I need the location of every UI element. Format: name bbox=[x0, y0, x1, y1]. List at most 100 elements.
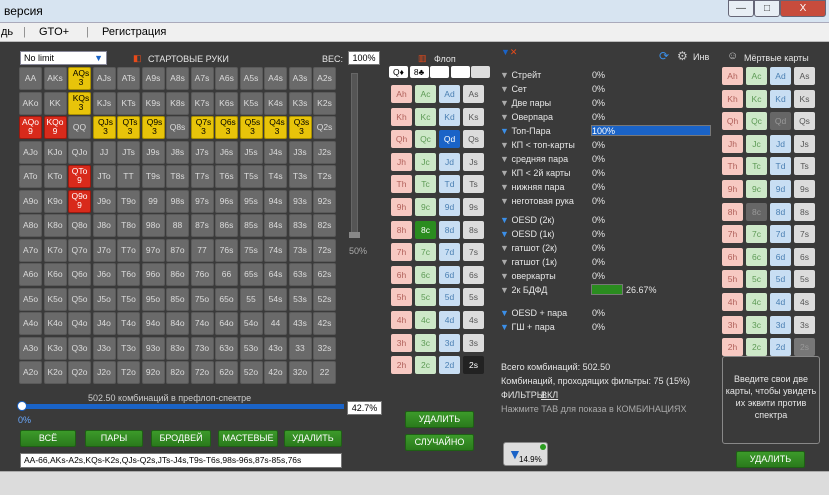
dead-card[interactable]: 8d bbox=[770, 202, 791, 221]
hand-cell[interactable]: QJs 3 bbox=[92, 116, 116, 139]
hand-cell[interactable]: 85s bbox=[239, 214, 263, 237]
hand-cell[interactable]: K7s bbox=[190, 91, 214, 115]
hand-cell[interactable]: K5o bbox=[43, 287, 67, 311]
hand-cell[interactable]: 44 bbox=[264, 312, 287, 335]
hand-cell[interactable]: 54o bbox=[239, 312, 263, 335]
dead-card[interactable]: 6d bbox=[770, 247, 791, 266]
range-slider-track[interactable] bbox=[20, 404, 344, 409]
flop-card[interactable]: Jc bbox=[415, 152, 436, 171]
flop-card[interactable]: 5s bbox=[463, 288, 484, 307]
hand-cell[interactable]: Q5o bbox=[68, 287, 91, 311]
dead-card[interactable]: 8s bbox=[794, 202, 815, 221]
hand-cell[interactable]: T6s bbox=[215, 165, 238, 188]
hand-cell[interactable]: J3o bbox=[92, 336, 116, 360]
flop-card[interactable]: 4h bbox=[391, 311, 412, 329]
dead-card[interactable]: 5c bbox=[746, 270, 767, 289]
hand-cell[interactable]: A6o bbox=[19, 263, 42, 286]
flop-card[interactable]: Ah bbox=[391, 85, 412, 103]
flop-card[interactable]: Ad bbox=[439, 85, 460, 103]
hand-cell[interactable]: JTo bbox=[92, 165, 116, 188]
hand-cell[interactable]: 96s bbox=[215, 189, 238, 213]
hand-cell[interactable]: 93o bbox=[141, 336, 165, 360]
filter-row[interactable]: ▼ гатшот (1к) 0% bbox=[500, 257, 605, 267]
dead-card[interactable]: As bbox=[794, 67, 815, 85]
flop-card[interactable]: 7h bbox=[391, 243, 412, 262]
dead-card[interactable]: Js bbox=[794, 134, 815, 153]
hand-cell[interactable]: T3o bbox=[117, 336, 140, 360]
hand-cell[interactable]: AKs bbox=[43, 67, 67, 90]
hand-cell[interactable]: J7s bbox=[190, 140, 214, 164]
hand-cell[interactable]: Q5s 3 bbox=[239, 116, 263, 139]
hand-cell[interactable]: 53o bbox=[239, 336, 263, 360]
flop-card[interactable]: Qd bbox=[439, 130, 460, 149]
flop-card[interactable]: 5c bbox=[415, 288, 436, 307]
filter-stat-widget[interactable]: ▼ 14.9% bbox=[503, 442, 548, 466]
hand-cell[interactable]: J2s bbox=[313, 140, 336, 164]
hand-cell[interactable]: K3s bbox=[288, 91, 312, 115]
hand-cell[interactable]: Q7s 3 bbox=[190, 116, 214, 139]
hand-cell[interactable]: J6o bbox=[92, 263, 116, 286]
hand-cell[interactable]: 54s bbox=[264, 287, 287, 311]
flop-card[interactable]: Jd bbox=[439, 152, 460, 171]
flop-card[interactable]: 2c bbox=[415, 356, 436, 375]
hand-cell[interactable]: KJo bbox=[43, 140, 67, 164]
dead-card[interactable]: Ks bbox=[794, 89, 815, 108]
dead-card[interactable]: Jc bbox=[746, 134, 767, 153]
hand-cell[interactable]: 82s bbox=[313, 214, 336, 237]
hand-cell[interactable]: K6o bbox=[43, 263, 67, 286]
filter-row[interactable]: ▼ Топ-Пара 100% bbox=[500, 125, 711, 136]
hand-cell[interactable]: K8o bbox=[43, 214, 67, 237]
flop-card[interactable]: 2s bbox=[463, 356, 484, 375]
hand-cell[interactable]: 75o bbox=[190, 287, 214, 311]
hand-cell[interactable]: 42s bbox=[313, 312, 336, 335]
hand-cell[interactable]: T7s bbox=[190, 165, 214, 188]
hand-cell[interactable]: 43s bbox=[288, 312, 312, 335]
hand-cell[interactable]: 66 bbox=[215, 263, 238, 286]
hand-cell[interactable]: 52s bbox=[313, 287, 336, 311]
hand-cell[interactable]: AJo bbox=[19, 140, 42, 164]
flop-card[interactable]: Ac bbox=[415, 85, 436, 103]
filter-row[interactable]: ▼ оверкарты 0% bbox=[500, 271, 605, 281]
close-button[interactable]: X bbox=[780, 0, 826, 17]
hand-cell[interactable]: 32s bbox=[313, 336, 336, 360]
hand-cell[interactable]: AKo bbox=[19, 91, 42, 115]
flop-card[interactable]: 4d bbox=[439, 311, 460, 329]
dead-card[interactable]: 2s bbox=[794, 338, 815, 357]
hand-cell[interactable]: 87s bbox=[190, 214, 214, 237]
hand-cell[interactable]: 97s bbox=[190, 189, 214, 213]
hand-cell[interactable]: 94o bbox=[141, 312, 165, 335]
hand-cell[interactable]: 77 bbox=[190, 238, 214, 262]
dead-card[interactable]: 5s bbox=[794, 270, 815, 289]
hand-cell[interactable]: J9s bbox=[141, 140, 165, 164]
flop-card[interactable]: 3s bbox=[463, 333, 484, 352]
hand-cell[interactable]: T9o bbox=[117, 189, 140, 213]
hand-cell[interactable]: 75s bbox=[239, 238, 263, 262]
hand-cell[interactable]: J5s bbox=[239, 140, 263, 164]
dead-card[interactable]: Jh bbox=[722, 134, 743, 153]
hand-cell[interactable]: 96o bbox=[141, 263, 165, 286]
flop-card[interactable]: 4s bbox=[463, 311, 484, 329]
hand-cell[interactable]: 87o bbox=[166, 238, 189, 262]
hand-cell[interactable]: 83o bbox=[166, 336, 189, 360]
hand-cell[interactable]: 63s bbox=[288, 263, 312, 286]
hand-cell[interactable]: A5s bbox=[239, 67, 263, 90]
flop-card[interactable]: 3h bbox=[391, 333, 412, 352]
hand-cell[interactable]: K2s bbox=[313, 91, 336, 115]
hand-cell[interactable]: 93s bbox=[288, 189, 312, 213]
flop-card[interactable]: 3c bbox=[415, 333, 436, 352]
filter-row[interactable]: ▼ Стрейт 0% bbox=[500, 70, 605, 80]
flop-card[interactable]: 7c bbox=[415, 243, 436, 262]
hand-cell[interactable]: A7o bbox=[19, 238, 42, 262]
hand-cell[interactable]: 85o bbox=[166, 287, 189, 311]
hand-cell[interactable]: J4o bbox=[92, 312, 116, 335]
all-button[interactable]: ВСЁ bbox=[20, 430, 76, 447]
flop-card[interactable]: 8d bbox=[439, 220, 460, 239]
hand-cell[interactable]: 65s bbox=[239, 263, 263, 286]
flop-card[interactable]: 8c bbox=[415, 220, 436, 239]
hand-cell[interactable]: 76s bbox=[215, 238, 238, 262]
maximize-button[interactable]: □ bbox=[754, 0, 780, 17]
hand-cell[interactable]: 73o bbox=[190, 336, 214, 360]
weight-slider-handle[interactable] bbox=[349, 232, 360, 238]
hand-cell[interactable]: J6s bbox=[215, 140, 238, 164]
hand-cell[interactable]: Q4o bbox=[68, 312, 91, 335]
